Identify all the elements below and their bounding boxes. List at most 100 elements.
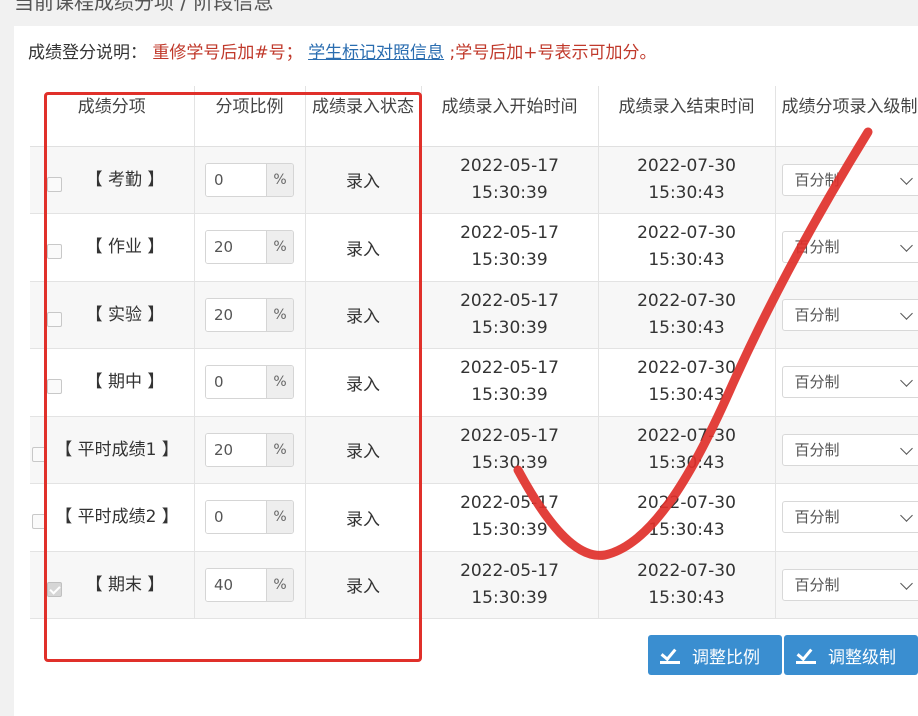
scale-value: 百分制 <box>794 440 840 459</box>
ratio-cell: % <box>194 483 306 552</box>
item-name: 【 作业 】 <box>85 237 165 258</box>
scale-select[interactable]: 百分制 <box>781 298 918 331</box>
adjust-ratio-label: 调整比例 <box>692 647 760 668</box>
status-cell: 录入 <box>305 551 422 619</box>
adjust-scale-button[interactable]: 调整级制 <box>784 635 918 675</box>
table-row: 【 平时成绩1 】 % 录入 2022-05-17 15:30:39 2022-0… <box>30 416 918 484</box>
end-date: 2022-07-30 <box>637 560 736 581</box>
end-clock: 15:30:43 <box>648 520 725 541</box>
start-clock: 15:30:39 <box>471 587 548 608</box>
header-item: 成绩分项 <box>30 86 195 147</box>
ratio-input[interactable] <box>206 501 266 534</box>
start-clock: 15:30:39 <box>471 317 548 338</box>
ratio-input[interactable] <box>206 298 266 331</box>
scale-value: 百分制 <box>794 373 840 391</box>
header-end-time: 成绩录入结束时间 <box>598 86 776 147</box>
table-row: 【 考勤 】 % 录入 2022-05-17 15:30:39 2022-07-3… <box>30 146 918 214</box>
scale-cell: 百分制 <box>775 551 918 619</box>
start-date: 2022-05-17 <box>460 155 559 176</box>
end-time-cell: 2022-07-30 15:30:43 <box>598 213 776 282</box>
percent-addon: % <box>266 298 293 331</box>
end-date: 2022-07-30 <box>637 290 736 311</box>
start-time-cell: 2022-05-17 15:30:39 <box>421 348 599 417</box>
row-checkbox[interactable] <box>47 581 62 597</box>
ratio-input[interactable] <box>206 433 266 466</box>
percent-addon: % <box>266 366 293 399</box>
scale-select[interactable]: 百分制 <box>781 163 918 196</box>
start-date: 2022-05-17 <box>460 560 559 581</box>
scale-select[interactable]: 百分制 <box>781 366 918 398</box>
note-plus: ;学号后加+号表示可加分。 <box>449 43 657 63</box>
scale-value: 百分制 <box>794 305 840 324</box>
end-clock: 15:30:43 <box>648 317 725 338</box>
end-time-cell: 2022-07-30 15:30:43 <box>598 281 776 349</box>
header-start-time: 成绩录入开始时间 <box>421 86 599 147</box>
end-time-cell: 2022-07-30 15:30:43 <box>598 146 776 214</box>
scale-select[interactable]: 百分制 <box>781 501 918 533</box>
ratio-input-group: % <box>205 230 294 265</box>
scale-cell: 百分制 <box>775 348 918 417</box>
scale-cell: 百分制 <box>775 281 918 349</box>
start-clock: 15:30:39 <box>471 385 548 406</box>
table-row: 【 作业 】 % 录入 2022-05-17 15:30:39 2022-07-3… <box>30 213 918 282</box>
start-clock: 15:30:39 <box>471 520 548 541</box>
row-checkbox[interactable] <box>47 244 62 259</box>
chevron-down-icon <box>899 374 913 387</box>
header-status: 成绩录入状态 <box>305 86 422 147</box>
ratio-input-group: % <box>205 432 294 467</box>
scale-select[interactable]: 百分制 <box>781 433 918 466</box>
row-checkbox[interactable] <box>32 446 47 462</box>
scale-cell: 百分制 <box>775 213 918 282</box>
row-checkbox[interactable] <box>47 176 62 192</box>
start-time-cell: 2022-05-17 15:30:39 <box>421 483 599 552</box>
scale-cell: 百分制 <box>775 416 918 484</box>
adjust-ratio-button[interactable]: 调整比例 <box>648 635 782 675</box>
checkmark-icon <box>796 646 816 664</box>
scale-value: 百分制 <box>794 575 840 594</box>
end-clock: 15:30:43 <box>648 182 725 203</box>
start-time-cell: 2022-05-17 15:30:39 <box>421 146 599 214</box>
checkmark-icon <box>660 646 680 664</box>
adjust-scale-label: 调整级制 <box>828 647 896 668</box>
table-row: 【 期中 】 % 录入 2022-05-17 15:30:39 2022-07-3… <box>30 348 918 417</box>
start-clock: 15:30:39 <box>471 182 548 203</box>
status-cell: 录入 <box>305 483 422 552</box>
end-clock: 15:30:43 <box>648 250 725 271</box>
percent-addon: % <box>266 231 293 264</box>
student-mark-link[interactable]: 学生标记对照信息 <box>308 43 444 63</box>
scale-value: 百分制 <box>794 170 840 189</box>
start-date: 2022-05-17 <box>460 425 559 446</box>
end-time-cell: 2022-07-30 15:30:43 <box>598 483 776 552</box>
item-cell: 【 平时成绩1 】 <box>30 416 195 484</box>
start-clock: 15:30:39 <box>471 250 548 271</box>
item-cell: 【 期中 】 <box>30 348 195 417</box>
scale-cell: 百分制 <box>775 146 918 214</box>
scale-select[interactable]: 百分制 <box>781 568 918 601</box>
row-checkbox[interactable] <box>47 311 62 327</box>
scale-value: 百分制 <box>794 238 840 256</box>
ratio-input[interactable] <box>206 231 266 264</box>
chevron-down-icon <box>899 239 913 252</box>
grade-items-table: 成绩分项 分项比例 成绩录入状态 成绩录入开始时间 成绩录入结束时间 成绩分项录… <box>30 86 918 619</box>
ratio-input[interactable] <box>206 568 266 601</box>
ratio-input[interactable] <box>206 366 266 399</box>
end-time-cell: 2022-07-30 15:30:43 <box>598 416 776 484</box>
item-name: 【 实验 】 <box>85 304 165 325</box>
item-cell: 【 作业 】 <box>30 213 195 282</box>
ratio-input-group: % <box>205 567 294 602</box>
row-checkbox[interactable] <box>47 379 62 394</box>
chevron-down-icon <box>899 306 913 320</box>
ratio-input-group: % <box>205 297 294 332</box>
end-date: 2022-07-30 <box>637 425 736 446</box>
end-date: 2022-07-30 <box>637 493 736 514</box>
chevron-down-icon <box>899 171 913 185</box>
percent-addon: % <box>266 433 293 466</box>
scale-select[interactable]: 百分制 <box>781 231 918 263</box>
row-checkbox[interactable] <box>32 514 47 529</box>
note-retake: 重修学号后加#号； <box>152 43 303 63</box>
table-row: 【 实验 】 % 录入 2022-05-17 15:30:39 2022-07-3… <box>30 281 918 349</box>
chevron-down-icon <box>899 576 913 590</box>
ratio-input[interactable] <box>206 163 266 196</box>
ratio-cell: % <box>194 213 306 282</box>
status-cell: 录入 <box>305 416 422 484</box>
